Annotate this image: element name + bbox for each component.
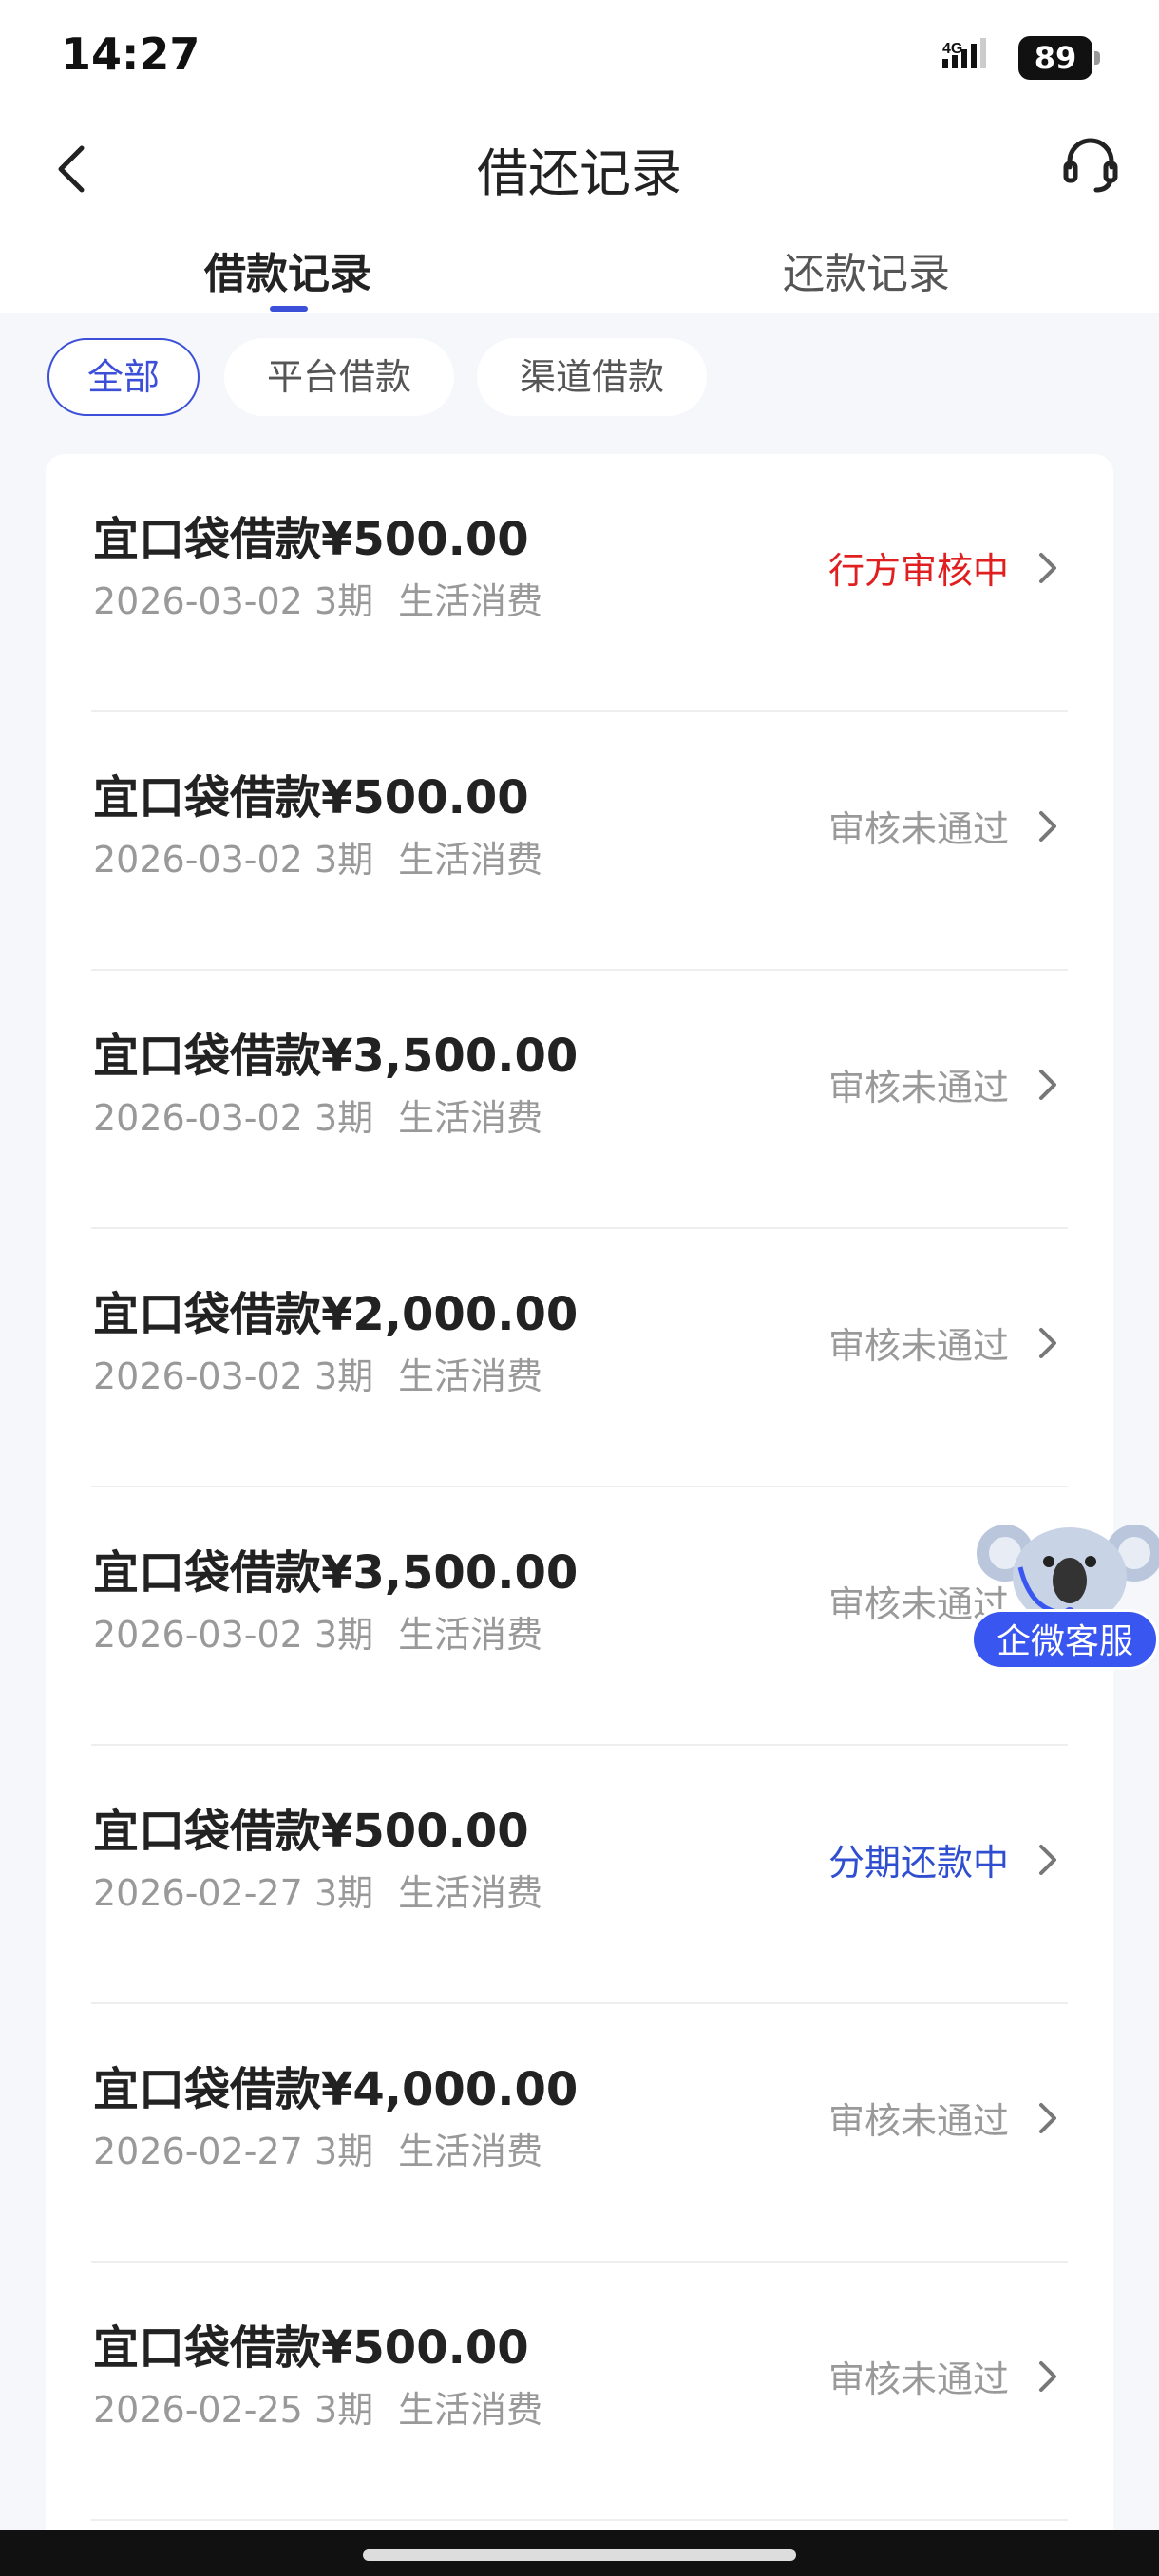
loan-record-term: 3期: [314, 580, 374, 622]
loan-record-date: 2026-02-27: [93, 1872, 303, 1914]
page-title: 借还记录: [477, 143, 682, 203]
wecom-service-label[interactable]: 企微客服: [971, 1609, 1159, 1670]
loan-record-title: 宜口袋借款¥3,500.00: [93, 1030, 579, 1083]
chevron-right-icon: [1039, 811, 1056, 842]
battery-icon: [1094, 51, 1100, 65]
filter-chips: 全部 平台借款 渠道借款: [0, 313, 1159, 446]
loan-record-title: 宜口袋借款¥4,000.00: [93, 2063, 579, 2116]
loan-record-row[interactable]: 宜口袋借款¥4,000.00 2026-02-27 3期 生活消费 审核未通过: [46, 2004, 1113, 2263]
filter-all[interactable]: 全部: [48, 338, 200, 416]
loan-record-meta: 2026-03-02 3期 生活消费: [93, 572, 542, 624]
loan-record-meta: 2026-02-25 3期 生活消费: [93, 2380, 542, 2433]
chevron-right-icon: [1039, 2361, 1056, 2392]
loan-record-status: 审核未通过: [827, 2100, 1009, 2142]
status-time: 14:27: [61, 28, 200, 80]
loan-record-title: 宜口袋借款¥500.00: [93, 771, 529, 824]
loan-record-meta: 2026-03-02 3期 生活消费: [93, 1089, 542, 1141]
loan-record-term: 3期: [314, 1872, 374, 1914]
status-bar: 14:27 4G 89: [0, 0, 1159, 114]
loan-record-row[interactable]: 宜口袋借款¥2,000.00 2026-03-02 3期 生活消费 审核未通过: [46, 1229, 1113, 1487]
loan-record-status: 审核未通过: [827, 1325, 1009, 1367]
active-tab-indicator: [270, 306, 308, 312]
loan-record-date: 2026-02-27: [93, 2131, 303, 2172]
loan-record-purpose: 生活消费: [398, 1097, 543, 1139]
chevron-right-icon: [1039, 1845, 1056, 1875]
loan-record-meta: 2026-03-02 3期 生活消费: [93, 1347, 542, 1399]
loan-record-date: 2026-03-02: [93, 1097, 303, 1139]
loan-record-title: 宜口袋借款¥500.00: [93, 513, 529, 566]
loan-record-title: 宜口袋借款¥2,000.00: [93, 1288, 579, 1341]
chevron-right-icon: [1039, 1070, 1056, 1100]
tab-repayment-records[interactable]: 还款记录: [783, 239, 950, 300]
loan-record-meta: 2026-03-02 3期 生活消费: [93, 1605, 542, 1657]
loan-record-term: 3期: [314, 2389, 374, 2431]
loan-record-status: 审核未通过: [827, 1067, 1009, 1108]
loan-record-row[interactable]: 宜口袋借款¥500.00 2026-03-02 3期 生活消费 审核未通过: [46, 712, 1113, 971]
loan-record-date: 2026-03-02: [93, 580, 303, 622]
koala-mascot-icon: [977, 1525, 1159, 1624]
tab-loan-records[interactable]: 借款记录: [204, 239, 371, 300]
loan-record-row[interactable]: 宜口袋借款¥500.00 2026-02-25 3期 生活消费 审核未通过: [46, 2263, 1113, 2521]
wecom-service-float[interactable]: 企微客服: [965, 1510, 1159, 1676]
loan-record-row[interactable]: 宜口袋借款¥3,500.00 2026-03-02 3期 生活消费 审核未通过: [46, 971, 1113, 1229]
record-tabs: 借款记录 还款记录: [0, 218, 1159, 313]
chevron-right-icon: [1039, 553, 1056, 583]
loan-record-row[interactable]: 宜口袋借款¥500.00 2026-03-02 3期 生活消费 行方审核中: [46, 454, 1113, 712]
loan-record-meta: 2026-03-02 3期 生活消费: [93, 830, 542, 882]
loan-record-purpose: 生活消费: [398, 1614, 543, 1656]
loan-record-purpose: 生活消费: [398, 580, 543, 622]
network-type: 4G: [942, 41, 962, 57]
loan-record-term: 3期: [314, 1614, 374, 1656]
loan-record-term: 3期: [314, 2131, 374, 2172]
loan-record-date: 2026-03-02: [93, 839, 303, 881]
loan-record-title: 宜口袋借款¥500.00: [93, 2321, 529, 2375]
loan-record-meta: 2026-02-27 3期 生活消费: [93, 2122, 542, 2174]
loan-record-status: 行方审核中: [827, 550, 1009, 592]
loan-record-purpose: 生活消费: [398, 839, 543, 881]
loan-record-purpose: 生活消费: [398, 1355, 543, 1397]
loan-record-date: 2026-03-02: [93, 1355, 303, 1397]
row-divider: [91, 2519, 1068, 2521]
filter-channel-loans[interactable]: 渠道借款: [477, 338, 707, 416]
loan-record-meta: 2026-02-27 3期 生活消费: [93, 1864, 542, 1916]
loan-record-date: 2026-02-25: [93, 2389, 303, 2431]
loan-record-purpose: 生活消费: [398, 2389, 543, 2431]
loan-record-purpose: 生活消费: [398, 1872, 543, 1914]
loan-record-date: 2026-03-02: [93, 1614, 303, 1656]
loan-record-title: 宜口袋借款¥500.00: [93, 1805, 529, 1858]
cellular-signal-icon: 4G: [942, 38, 986, 68]
loan-record-term: 3期: [314, 1355, 374, 1397]
loan-record-term: 3期: [314, 839, 374, 881]
loan-record-title: 宜口袋借款¥3,500.00: [93, 1546, 579, 1600]
loan-record-purpose: 生活消费: [398, 2131, 543, 2172]
loan-record-term: 3期: [314, 1097, 374, 1139]
filter-platform-loans[interactable]: 平台借款: [224, 338, 454, 416]
loan-record-row[interactable]: 宜口袋借款¥3,500.00 2026-03-02 3期 生活消费 审核未通过: [46, 1487, 1113, 1746]
battery-level: 89: [1018, 36, 1092, 80]
home-indicator[interactable]: [363, 2549, 796, 2561]
loan-record-status: 审核未通过: [827, 2358, 1009, 2400]
nav-bar: 借还记录: [0, 114, 1159, 218]
loan-record-row[interactable]: 宜口袋借款¥500.00 2026-02-27 3期 生活消费 分期还款中: [46, 1746, 1113, 2004]
customer-service-headset-icon[interactable]: [1060, 133, 1121, 196]
loan-record-status: 分期还款中: [827, 1842, 1009, 1884]
chevron-right-icon: [1039, 2103, 1056, 2133]
loan-records-list: 宜口袋借款¥500.00 2026-03-02 3期 生活消费 行方审核中 宜口袋借款¥…: [46, 454, 1113, 2576]
loan-record-status: 审核未通过: [827, 808, 1009, 850]
chevron-right-icon: [1039, 1328, 1056, 1358]
